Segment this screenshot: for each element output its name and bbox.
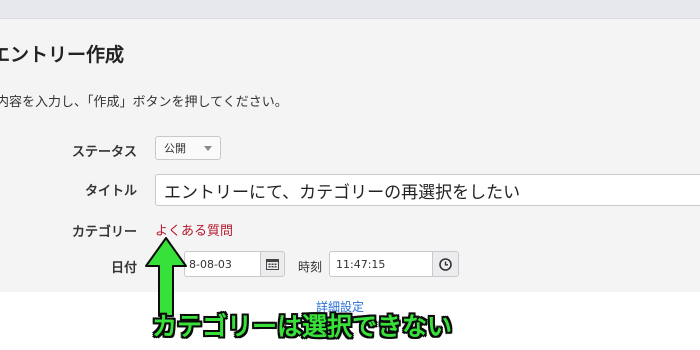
date-label: 日付	[110, 261, 137, 276]
status-select[interactable]: 公開	[155, 136, 221, 160]
status-select-value: 公開	[164, 142, 186, 155]
time-input[interactable]	[329, 251, 432, 277]
entry-create-screen: エントリー作成 内容を入力し、「作成」ボタンを押してください。 ステータス 公開…	[0, 0, 700, 350]
chevron-down-icon	[204, 146, 212, 151]
clock-icon	[439, 257, 452, 271]
date-input[interactable]	[184, 251, 260, 277]
category-label: カテゴリー	[71, 225, 137, 240]
title-label: タイトル	[84, 184, 137, 199]
top-toolbar-strip	[0, 0, 700, 18]
page-title: エントリー作成	[0, 44, 125, 66]
annotation-caption: カテゴリーは選択できない	[152, 312, 453, 341]
instruction-text: 内容を入力し、「作成」ボタンを押してください。	[0, 95, 288, 110]
title-input[interactable]	[155, 174, 700, 206]
time-label: 時刻	[298, 260, 323, 274]
status-label: ステータス	[71, 145, 137, 160]
clock-button[interactable]	[432, 251, 459, 277]
calendar-button[interactable]	[260, 251, 285, 277]
calendar-icon	[266, 259, 279, 270]
